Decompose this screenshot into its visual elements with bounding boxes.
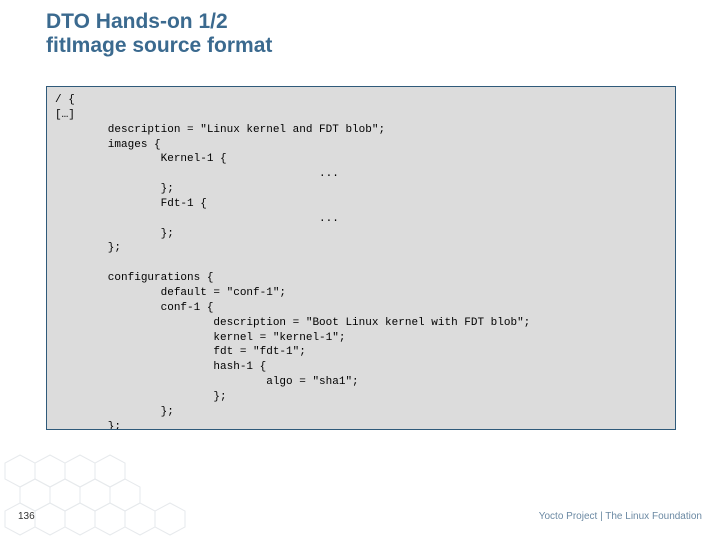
hex-background [0,450,260,540]
code-block: / { […] description = "Linux kernel and … [46,86,676,430]
footer-credit: Yocto Project | The Linux Foundation [539,511,702,522]
title-line-1: DTO Hands-on 1/2 [46,10,272,34]
page-number: 136 [18,511,35,522]
slide-title: DTO Hands-on 1/2 fitImage source format [46,10,272,58]
slide: DTO Hands-on 1/2 fitImage source format … [0,0,720,540]
title-line-2: fitImage source format [46,34,272,58]
